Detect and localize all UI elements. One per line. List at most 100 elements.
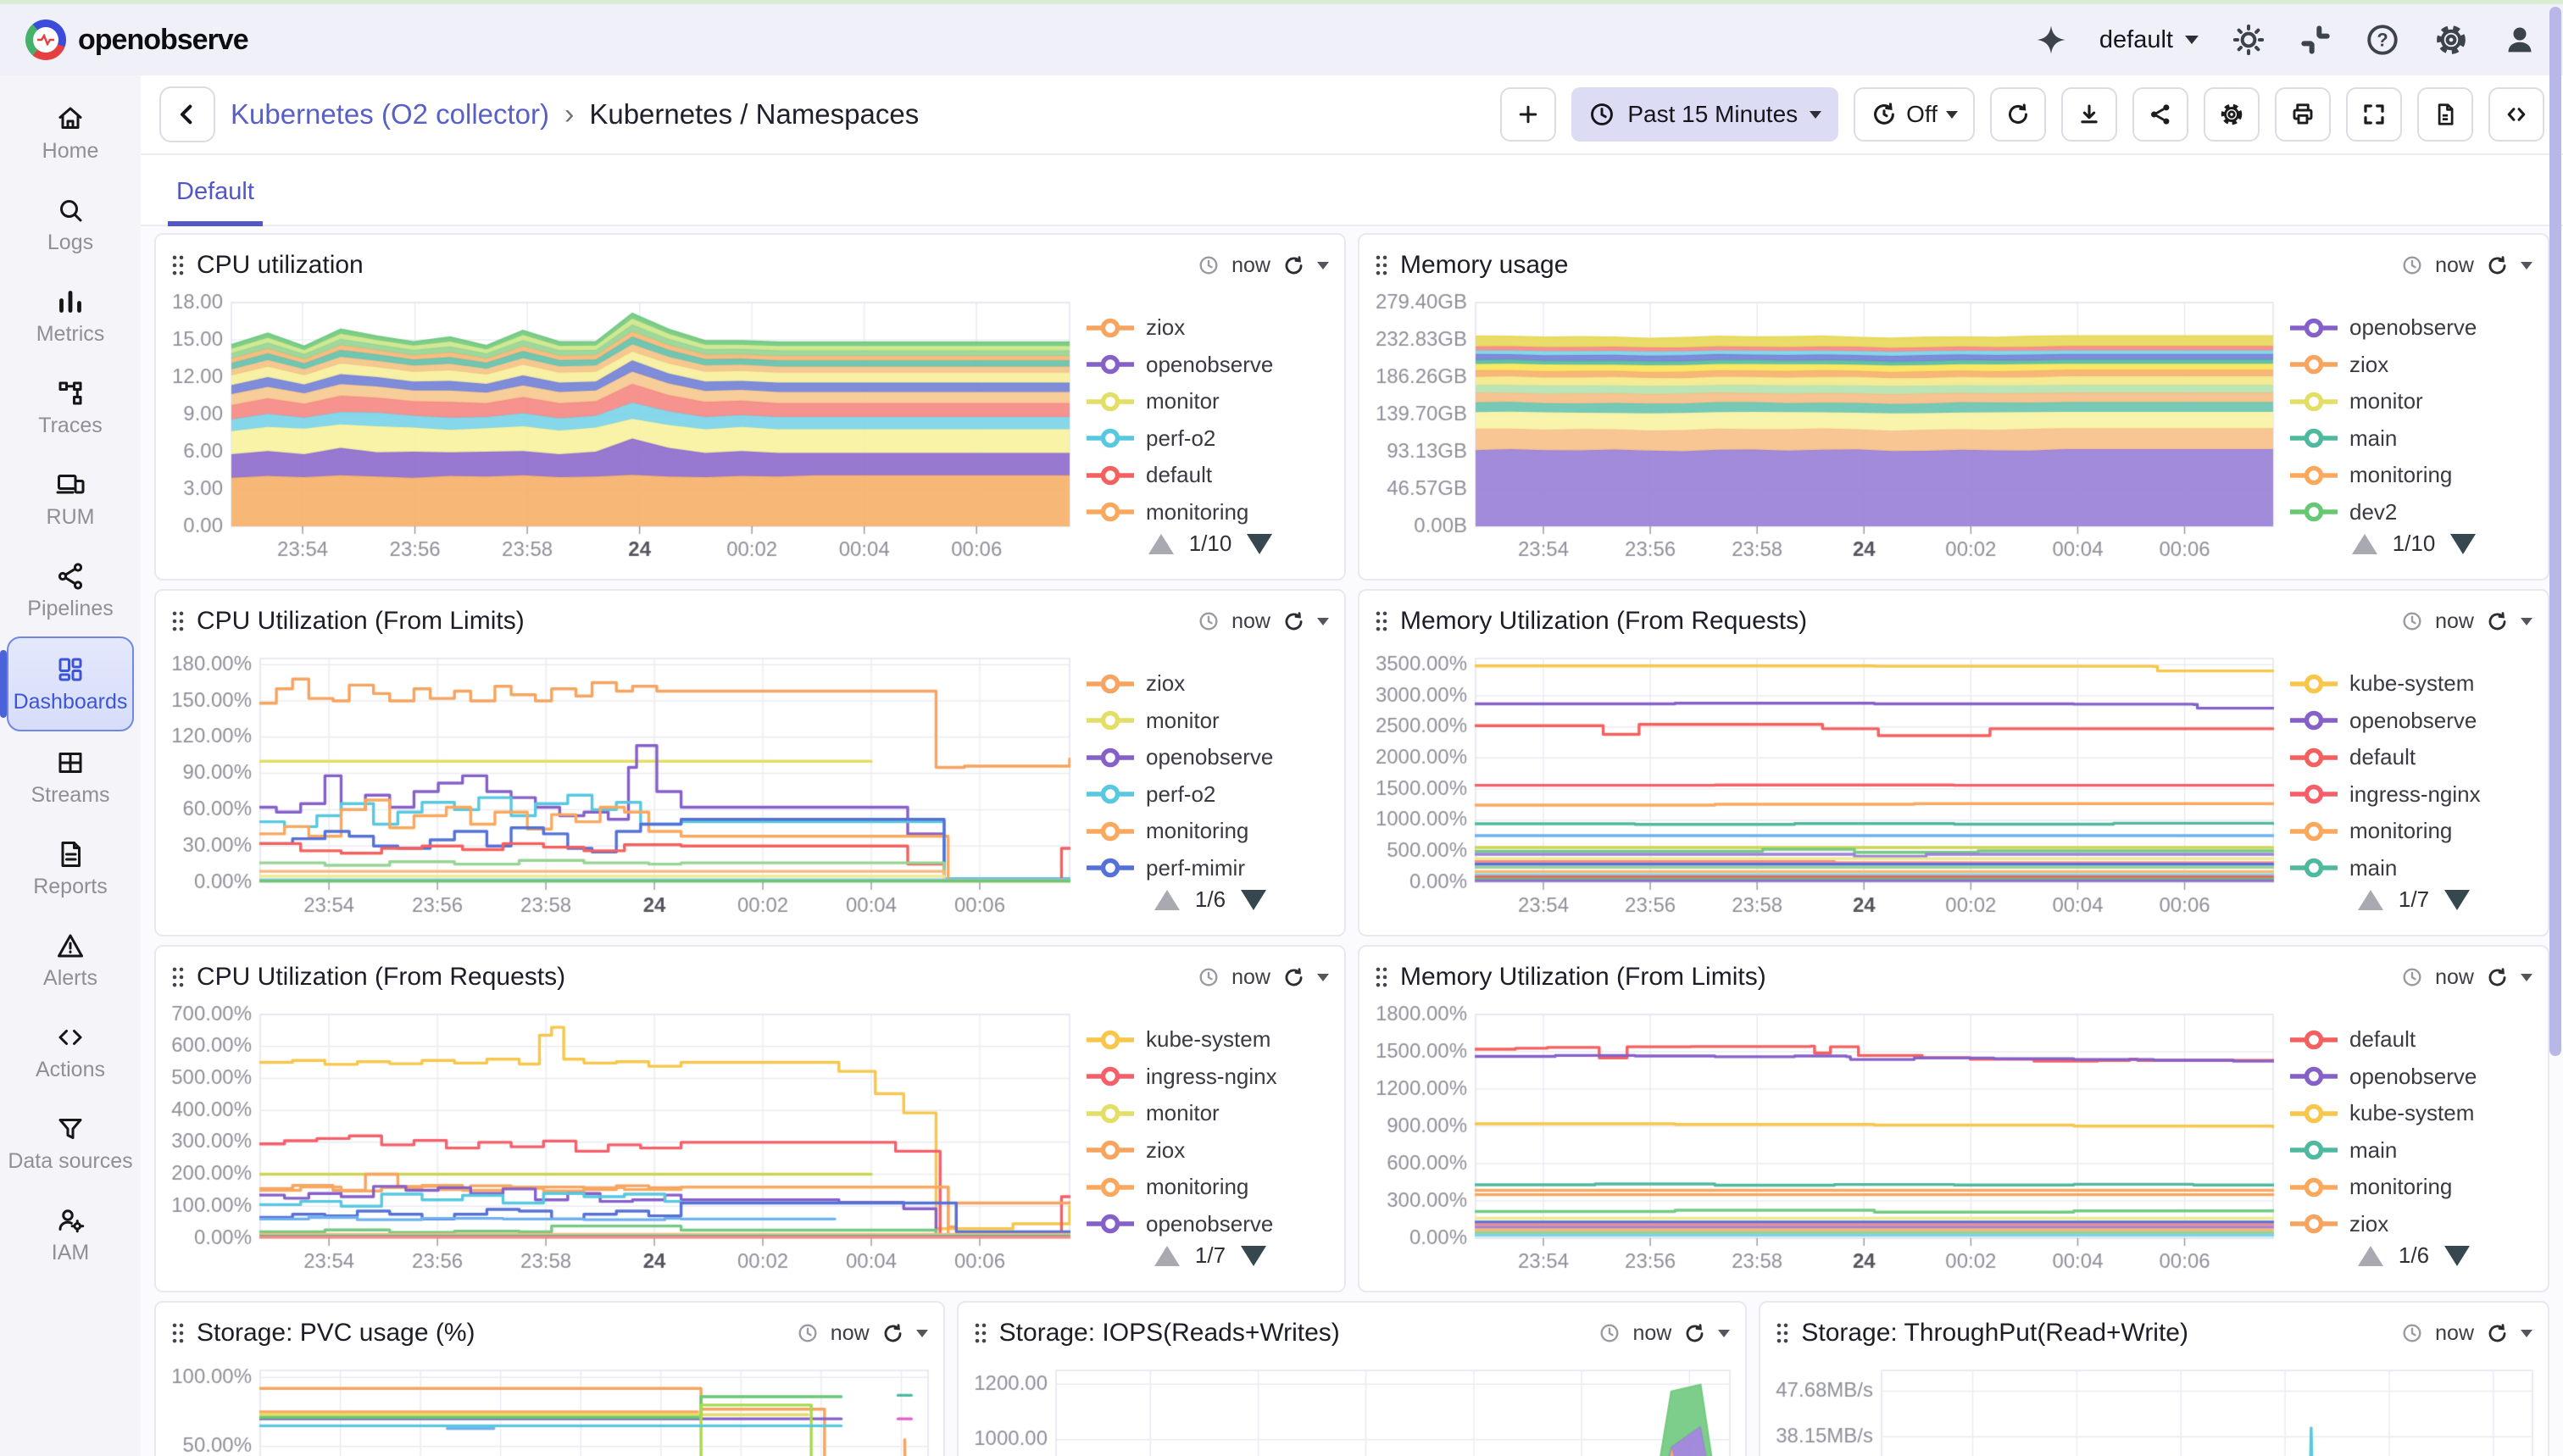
legend-item[interactable]: perf-o2 [1087,776,1334,814]
legend-item[interactable]: monitor [2290,383,2538,420]
chart-canvas[interactable] [163,1003,1078,1284]
refresh-icon[interactable] [881,1322,904,1345]
legend-page-down-icon[interactable] [1241,1246,1266,1266]
slack-icon[interactable] [2299,23,2332,57]
legend-page-down-icon[interactable] [2444,890,2470,910]
chart-canvas[interactable] [163,1359,937,1456]
refresh-icon[interactable] [2486,1322,2509,1345]
refresh-icon[interactable] [1282,610,1305,633]
sidebar-item-reports[interactable]: Reports [0,823,141,914]
legend-item[interactable]: kube-system [2290,665,2538,703]
legend-page-down-icon[interactable] [1241,890,1266,910]
legend-item[interactable]: kube-system [1087,1021,1334,1059]
legend-item[interactable]: monitoring [2290,813,2538,850]
drag-handle-icon[interactable] [171,610,185,632]
legend-item[interactable]: ziox [2290,1206,2538,1243]
ai-sparkle-icon[interactable] [2035,24,2067,56]
export-download-button[interactable] [2061,87,2117,142]
breadcrumb-parent-link[interactable]: Kubernetes (O2 collector) [231,98,549,131]
sidebar-item-iam[interactable]: IAM [0,1189,141,1281]
legend-item[interactable]: default [2290,1021,2538,1059]
legend-item[interactable]: monitoring [1087,813,1334,850]
legend-item[interactable]: monitoring [2290,1169,2538,1206]
chart-canvas[interactable] [1767,1359,2541,1456]
legend-item[interactable]: main [2290,1132,2538,1170]
sidebar-item-metrics[interactable]: Metrics [0,270,141,362]
auto-refresh-selector[interactable]: Off [1854,87,1975,142]
help-icon[interactable]: ? [2365,22,2400,58]
drag-handle-icon[interactable] [1375,254,1388,276]
legend-item[interactable]: openobserve [1087,347,1334,384]
chevron-down-icon[interactable] [2521,618,2532,625]
refresh-icon[interactable] [2486,966,2509,989]
legend-page-down-icon[interactable] [2444,1246,2470,1266]
refresh-icon[interactable] [1282,254,1305,277]
chevron-down-icon[interactable] [1317,618,1329,625]
sidebar-item-dashboards[interactable]: Dashboards [7,636,134,731]
share-button[interactable] [2132,87,2188,142]
brand[interactable]: openobserve [25,19,248,60]
query-inspector-button[interactable] [2488,87,2544,142]
legend-item[interactable]: dev2 [2290,494,2538,531]
drag-handle-icon[interactable] [974,1322,987,1344]
refresh-icon[interactable] [2486,254,2509,277]
drag-handle-icon[interactable] [1375,966,1388,988]
chart-canvas[interactable] [1366,647,2282,928]
legend-item[interactable]: ziox [1087,309,1334,347]
chevron-down-icon[interactable] [1317,262,1329,270]
sidebar-item-home[interactable]: Home [0,87,141,179]
legend-item[interactable]: main [2290,850,2538,887]
sidebar-item-rum[interactable]: RUM [0,453,141,545]
legend-item[interactable]: openobserve [2290,703,2538,740]
legend-item[interactable]: monitor [1087,703,1334,740]
legend-item[interactable]: perf-o2 [1087,420,1334,458]
legend-item[interactable]: main [2290,420,2538,458]
sidebar-item-traces[interactable]: Traces [0,362,141,453]
sidebar-item-streams[interactable]: Streams [0,731,141,823]
drag-handle-icon[interactable] [1375,610,1388,632]
sidebar-item-actions[interactable]: Actions [0,1006,141,1098]
sidebar-item-pipelines[interactable]: Pipelines [0,545,141,636]
chevron-down-icon[interactable] [1718,1330,1730,1337]
legend-item[interactable]: monitoring [2290,457,2538,494]
chevron-down-icon[interactable] [2521,1330,2532,1337]
add-panel-button[interactable] [1500,87,1556,142]
json-view-button[interactable] [2417,87,2473,142]
chart-canvas[interactable] [965,1359,1739,1456]
settings-gear-icon[interactable] [2432,21,2470,58]
chart-canvas[interactable] [1366,291,2282,572]
legend-item[interactable]: perf-mimir [1087,850,1334,887]
legend-item[interactable]: monitor [1087,383,1334,420]
legend-item[interactable]: openobserve [2290,309,2538,347]
time-range-selector[interactable]: Past 15 Minutes [1571,87,1838,142]
theme-toggle-icon[interactable] [2231,22,2266,58]
print-button[interactable] [2275,87,2331,142]
legend-page-up-icon[interactable] [2358,890,2383,910]
legend-item[interactable]: default [1087,457,1334,494]
legend-item[interactable]: ziox [1087,665,1334,703]
legend-page-up-icon[interactable] [1154,1246,1180,1266]
chevron-down-icon[interactable] [2521,974,2532,981]
legend-page-down-icon[interactable] [1247,534,1272,554]
drag-handle-icon[interactable] [1776,1322,1789,1344]
drag-handle-icon[interactable] [171,254,185,276]
sidebar-item-alerts[interactable]: Alerts [0,914,141,1006]
legend-item[interactable]: monitoring [1087,1169,1334,1206]
refresh-icon[interactable] [1282,966,1305,989]
chart-canvas[interactable] [163,647,1078,928]
user-profile-icon[interactable] [2502,22,2538,58]
legend-item[interactable]: default [2290,739,2538,776]
legend-page-down-icon[interactable] [2450,534,2476,554]
dashboard-settings-button[interactable] [2204,87,2260,142]
fullscreen-button[interactable] [2346,87,2402,142]
legend-item[interactable]: monitoring [1087,494,1334,531]
chevron-down-icon[interactable] [916,1330,928,1337]
drag-handle-icon[interactable] [171,966,185,988]
chevron-down-icon[interactable] [1317,974,1329,981]
legend-item[interactable]: ingress-nginx [2290,776,2538,814]
legend-item[interactable]: ingress-nginx [1087,1059,1334,1096]
chart-canvas[interactable] [163,291,1078,572]
tab-default[interactable]: Default [168,178,263,226]
legend-item[interactable]: ziox [2290,347,2538,384]
legend-item[interactable]: openobserve [1087,1206,1334,1243]
